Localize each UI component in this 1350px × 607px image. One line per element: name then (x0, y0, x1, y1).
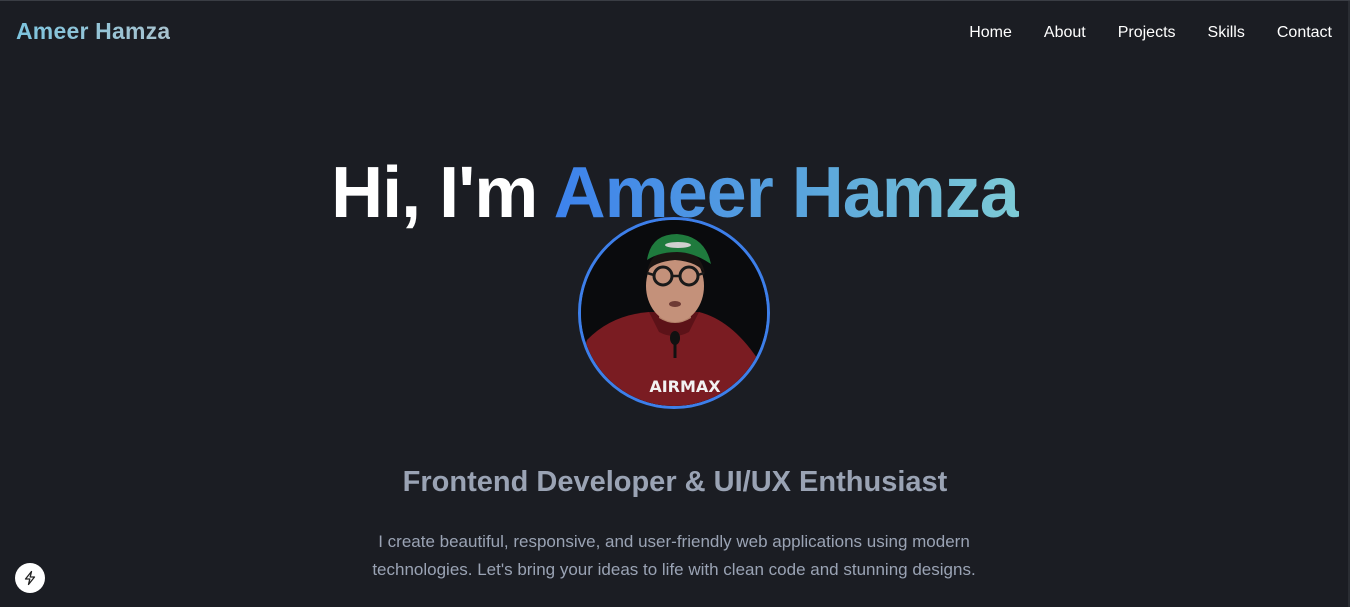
floating-action-button[interactable] (15, 563, 45, 593)
hero-description: I create beautiful, responsive, and user… (372, 532, 976, 579)
nav-link-contact[interactable]: Contact (1277, 24, 1332, 42)
hero-name: Ameer Hamza (553, 153, 1020, 234)
brand-logo[interactable]: Ameer Hamza (16, 18, 170, 45)
nav-link-home[interactable]: Home (969, 24, 1012, 42)
nav-link-projects[interactable]: Projects (1118, 24, 1176, 42)
lightning-bolt-icon (24, 570, 36, 586)
avatar-shirt-text: AIRMAX (649, 377, 721, 396)
nav-link-skills[interactable]: Skills (1208, 24, 1245, 42)
nav-link-about[interactable]: About (1044, 24, 1086, 42)
portfolio-page: Ameer Hamza Home About Projects Skills C… (0, 0, 1350, 607)
navbar: Ameer Hamza Home About Projects Skills C… (0, 1, 1350, 67)
hero-greeting: Hi, I'm (331, 153, 554, 234)
avatar-photo: AIRMAX (581, 220, 767, 406)
hero-subtitle: Frontend Developer & UI/UX Enthusiast (402, 466, 948, 499)
avatar: AIRMAX (578, 217, 770, 409)
nav-links: Home About Projects Skills Contact (969, 24, 1332, 42)
